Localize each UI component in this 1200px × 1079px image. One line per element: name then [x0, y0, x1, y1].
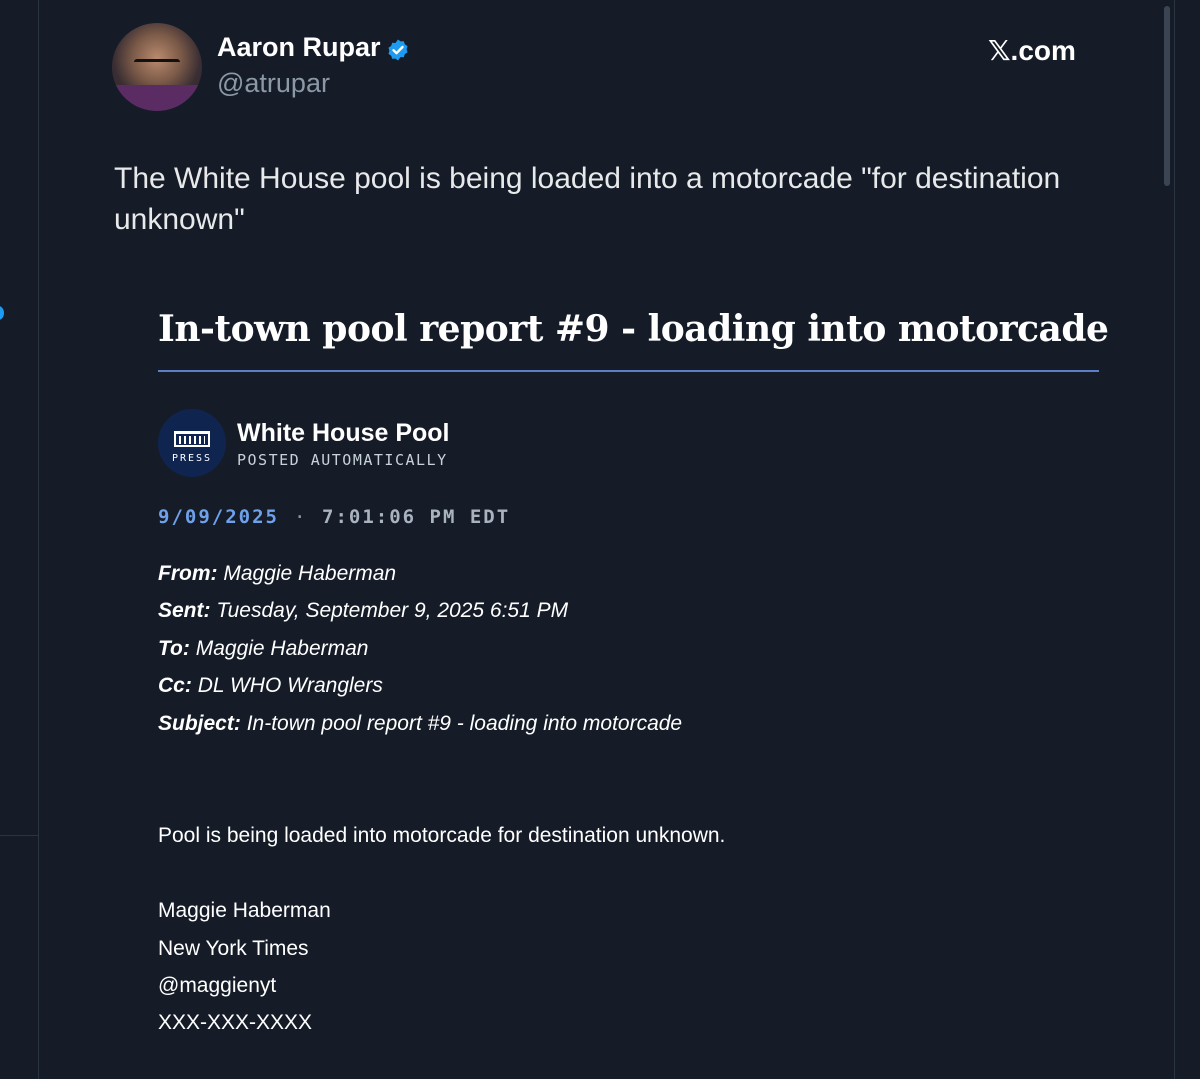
header-value: Maggie Haberman	[223, 562, 397, 585]
header-to: To: Maggie Haberman	[158, 637, 368, 661]
avatar[interactable]	[112, 23, 202, 111]
header-value: Tuesday, September 9, 2025 6:51 PM	[216, 599, 569, 622]
title-divider	[158, 370, 1099, 372]
header-subject: Subject: In-town pool report #9 - loadin…	[158, 712, 682, 736]
header-sent: Sent: Tuesday, September 9, 2025 6:51 PM	[158, 599, 568, 623]
white-house-icon	[174, 431, 210, 447]
signature-line: New York Times	[158, 937, 309, 960]
avatar-shirt	[112, 85, 202, 111]
post-time: 7:01:06 PM EDT	[322, 506, 511, 528]
left-rail	[0, 0, 39, 1079]
signature-line: XXX-XXX-XXXX	[158, 1011, 313, 1034]
header-label: From:	[158, 562, 218, 585]
date-separator: ·	[294, 506, 306, 528]
header-label: Subject:	[158, 712, 241, 735]
header-label: To:	[158, 637, 190, 660]
author-handle[interactable]: @atrupar	[217, 68, 330, 99]
header-value: DL WHO Wranglers	[197, 674, 383, 697]
rail-divider	[0, 835, 38, 836]
report-body: Pool is being loaded into motorcade for …	[158, 824, 726, 847]
header-value: In-town pool report #9 - loading into mo…	[246, 712, 683, 735]
press-logo-icon: PRESS	[158, 409, 226, 477]
header-value: Maggie Haberman	[195, 637, 369, 660]
post-date: 9/09/2025	[158, 506, 279, 528]
signature-line: @maggienyt	[158, 974, 277, 997]
signature-line: Maggie Haberman	[158, 899, 331, 922]
avatar-glasses	[134, 59, 180, 72]
header-label: Cc:	[158, 674, 192, 697]
header-from: From: Maggie Haberman	[158, 562, 396, 586]
column-divider	[1174, 0, 1175, 1079]
header-cc: Cc: DL WHO Wranglers	[158, 674, 383, 698]
author-name[interactable]: Aaron Rupar	[217, 32, 381, 63]
scrollbar[interactable]	[1164, 6, 1170, 186]
tweet-text: The White House pool is being loaded int…	[114, 162, 1061, 236]
press-logo-text: PRESS	[171, 453, 213, 464]
report-title: In-town pool report #9 - loading into mo…	[158, 308, 1109, 350]
page: Aaron Rupar @atrupar 𝕏.com The White Hou…	[0, 0, 1200, 1079]
verified-badge-icon	[388, 39, 408, 61]
x-brand-logo: 𝕏.com	[988, 35, 1076, 66]
source-name: White House Pool	[237, 419, 450, 447]
header-label: Sent:	[158, 599, 211, 622]
source-subtitle: POSTED AUTOMATICALLY	[237, 451, 448, 469]
